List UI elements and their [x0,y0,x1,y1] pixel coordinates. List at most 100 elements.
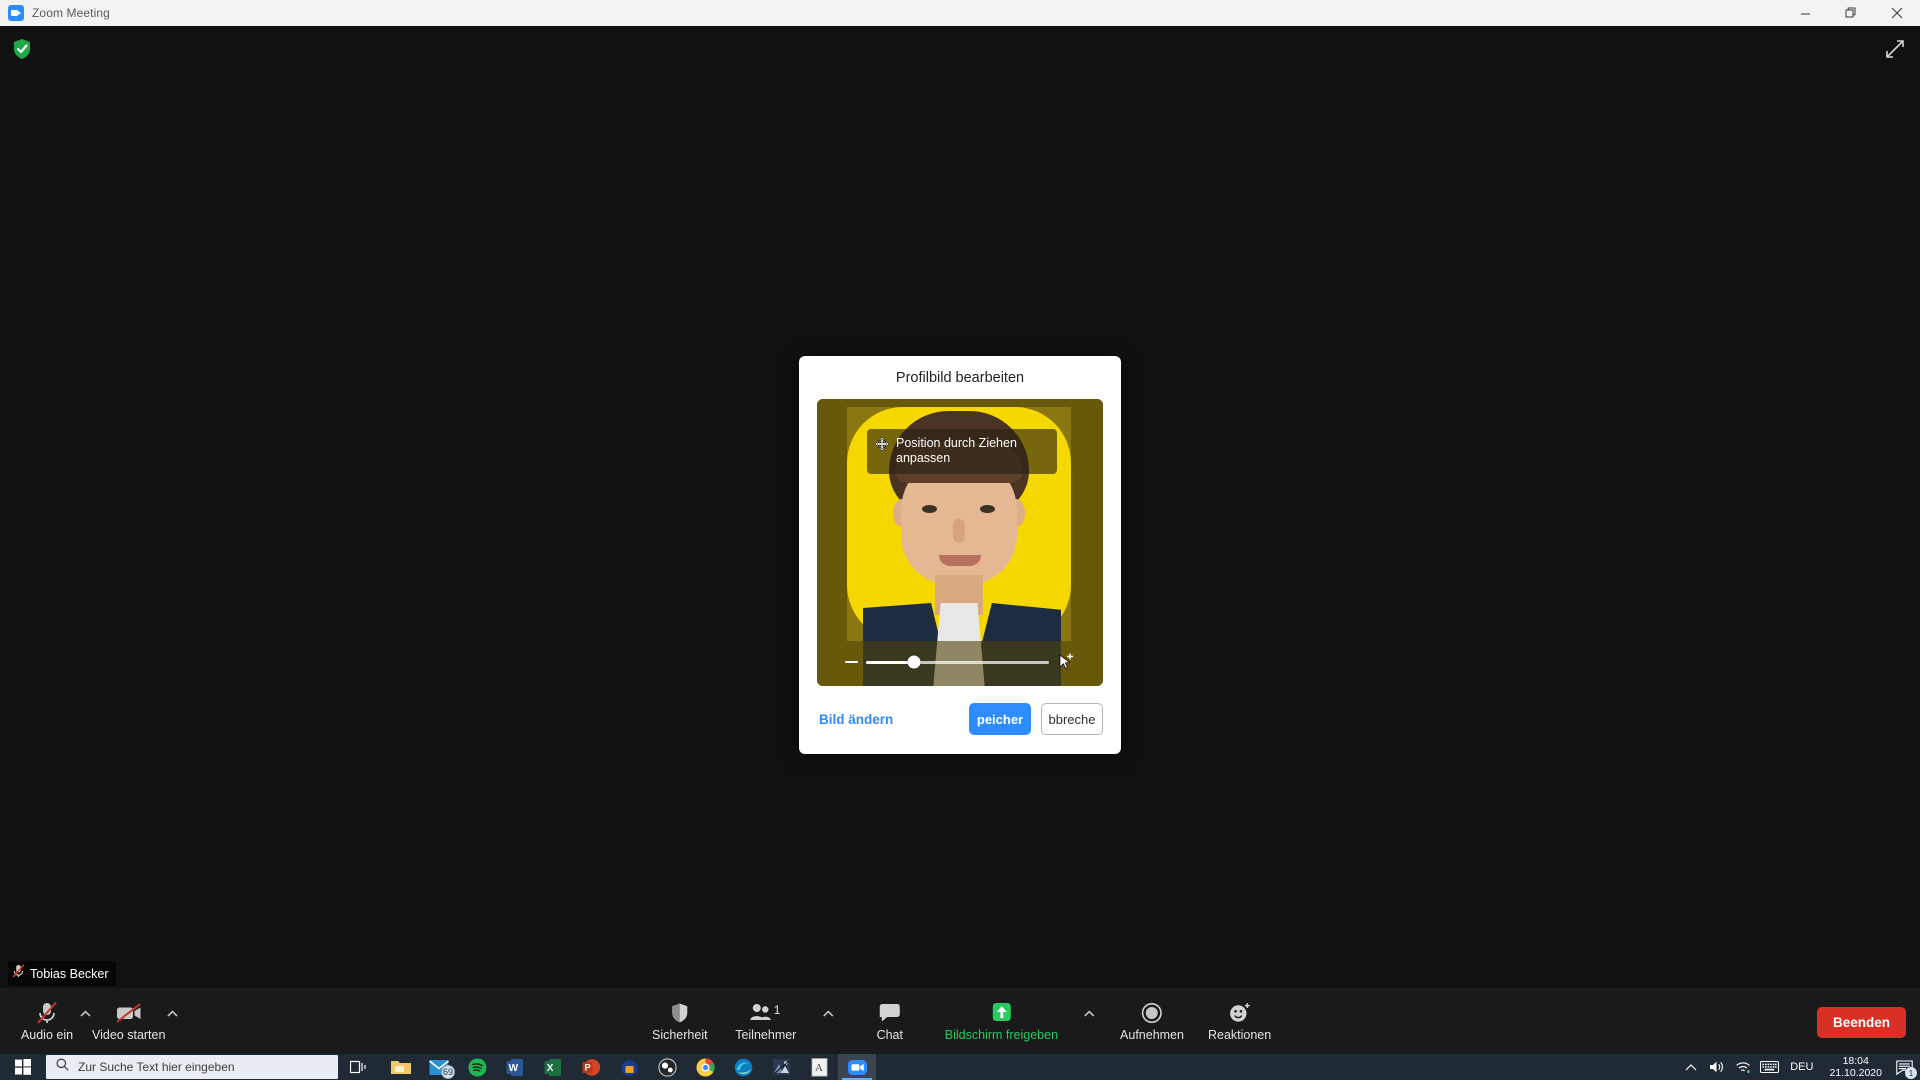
mail-badge: 69 [441,1065,455,1079]
change-image-link[interactable]: Bild ändern [819,712,893,727]
chat-button[interactable]: Chat [859,993,921,1049]
dialog-actions: Bild ändern peicher bbreche [817,702,1103,736]
participants-label: Teilnehmer [735,1027,797,1042]
reactions-button[interactable]: Reaktionen [1208,993,1271,1049]
mic-muted-icon [36,1001,58,1025]
reactions-smiley-icon [1228,1001,1252,1025]
speaker-icon[interactable] [1704,1054,1730,1080]
touch-keyboard-icon[interactable] [1756,1054,1782,1080]
windows-taskbar: Zur Suche Text hier eingeben 69 W X P A … [0,1054,1920,1080]
windows-start-icon[interactable] [0,1054,46,1080]
video-options-chevron-icon[interactable] [165,1003,179,1025]
participants-icon: 1 [749,1001,783,1025]
clock-time: 18:04 [1842,1055,1869,1067]
move-four-arrows-icon [874,436,890,452]
plus-cursor-icon [1057,653,1075,671]
taskbar-app-acrobat-reader[interactable]: A [800,1054,838,1080]
zoom-slider[interactable] [845,650,1075,674]
share-screen-label: Bildschirm freigeben [944,1027,1059,1042]
minus-icon[interactable] [845,661,858,663]
participants-options-chevron-icon[interactable] [821,1003,835,1025]
notification-count: 1 [1905,1067,1917,1079]
restore-icon[interactable] [1828,0,1874,26]
screen: Zoom Meeting Profilbild bearbeiten Posit… [0,0,1920,1080]
shield-icon [670,1001,690,1025]
clock[interactable]: 18:04 21.10.2020 [1821,1055,1890,1079]
security-button[interactable]: Sicherheit [649,993,711,1049]
taskbar-app-word[interactable]: W [496,1054,534,1080]
crop-dim-overlay-right [1071,407,1103,641]
meeting-stage: Profilbild bearbeiten Position durch Zie… [0,26,1920,1054]
cancel-button[interactable]: bbreche [1041,703,1103,735]
share-screen-button[interactable]: Bildschirm freigeben [945,993,1058,1049]
wifi-icon[interactable] [1730,1054,1756,1080]
action-center-icon[interactable]: 1 [1890,1054,1918,1080]
input-language[interactable]: DEU [1782,1061,1821,1073]
participants-button[interactable]: 1 Teilnehmer [735,993,797,1049]
show-hidden-icons-icon[interactable] [1678,1054,1704,1080]
zoom-camera-icon [8,5,24,21]
minimize-icon[interactable] [1782,0,1828,26]
svg-text:A: A [815,1062,823,1074]
green-shield-check-icon[interactable] [12,38,32,60]
taskbar-app-excel[interactable]: X [534,1054,572,1080]
zoom-slider-track[interactable] [866,655,1049,669]
window-titlebar: Zoom Meeting [0,0,1920,26]
search-input[interactable]: Zur Suche Text hier eingeben [46,1055,338,1079]
taskbar-app-google-chrome[interactable] [686,1054,724,1080]
drag-hint-text: Position durch Ziehen anpassen [896,436,1017,465]
expand-diagonal-icon[interactable] [1884,38,1906,60]
taskbar-app-powerpoint[interactable]: P [572,1054,610,1080]
drag-hint-tooltip: Position durch Ziehen anpassen [867,429,1057,474]
image-crop-preview[interactable]: Position durch Ziehen anpassen [817,399,1103,686]
share-screen-up-arrow-icon [989,1001,1013,1025]
crop-dim-overlay-left [817,407,847,641]
record-circle-icon [1141,1001,1163,1025]
share-options-chevron-icon[interactable] [1082,1003,1096,1025]
reactions-label: Reaktionen [1207,1027,1272,1042]
taskbar-app-file-explorer[interactable] [382,1054,420,1080]
audio-toggle-label: Audio ein [20,1027,74,1042]
system-tray: DEU 18:04 21.10.2020 1 [1678,1054,1920,1080]
audio-options-chevron-icon[interactable] [78,1003,92,1025]
self-nameplate: Tobias Becker [8,961,116,986]
svg-text:X: X [547,1063,554,1074]
zoom-slider-thumb[interactable] [907,655,921,669]
meeting-toolbar: Audio ein Video starten Sicherheit 1 Tei… [0,988,1920,1054]
record-button[interactable]: Aufnehmen [1120,993,1184,1049]
search-placeholder: Zur Suche Text hier eingeben [78,1060,235,1074]
taskbar-app-mail[interactable]: 69 [420,1054,458,1080]
dialog-title: Profilbild bearbeiten [895,370,1025,386]
svg-text:W: W [509,1063,519,1074]
video-toggle-label: Video starten [92,1027,166,1042]
record-label: Aufnehmen [1120,1027,1184,1042]
window-title: Zoom Meeting [32,6,110,20]
svg-text:1: 1 [774,1003,781,1017]
toolbar-center-group: Sicherheit 1 Teilnehmer Chat Bildschirm … [649,993,1271,1049]
save-button[interactable]: peicher [969,703,1031,735]
taskbar-app-audacity[interactable] [610,1054,648,1080]
taskbar-app-spotify[interactable] [458,1054,496,1080]
clock-date: 21.10.2020 [1829,1067,1882,1079]
window-controls [1782,0,1920,26]
close-icon[interactable] [1874,0,1920,26]
video-off-icon [115,1001,143,1025]
edit-profile-picture-dialog: Profilbild bearbeiten Position durch Zie… [799,356,1121,754]
chat-bubble-icon [878,1001,902,1025]
taskbar-app-microsoft-edge[interactable] [724,1054,762,1080]
crop-dim-overlay-top [817,399,1103,407]
taskbar-app-obs-studio[interactable] [648,1054,686,1080]
video-toggle-button[interactable]: Video starten [92,993,165,1049]
taskbar-app-zoom[interactable] [838,1054,876,1080]
taskbar-app-photos[interactable] [762,1054,800,1080]
chat-label: Chat [876,1027,903,1042]
self-name: Tobias Becker [30,966,109,981]
security-label: Sicherheit [651,1027,708,1042]
search-icon [56,1058,69,1076]
mic-muted-icon [12,964,25,983]
end-meeting-button[interactable]: Beenden [1816,1007,1906,1038]
toolbar-left-group: Audio ein Video starten [16,993,179,1049]
task-view-icon[interactable] [338,1054,378,1080]
svg-text:P: P [584,1062,590,1072]
audio-toggle-button[interactable]: Audio ein [16,993,78,1049]
